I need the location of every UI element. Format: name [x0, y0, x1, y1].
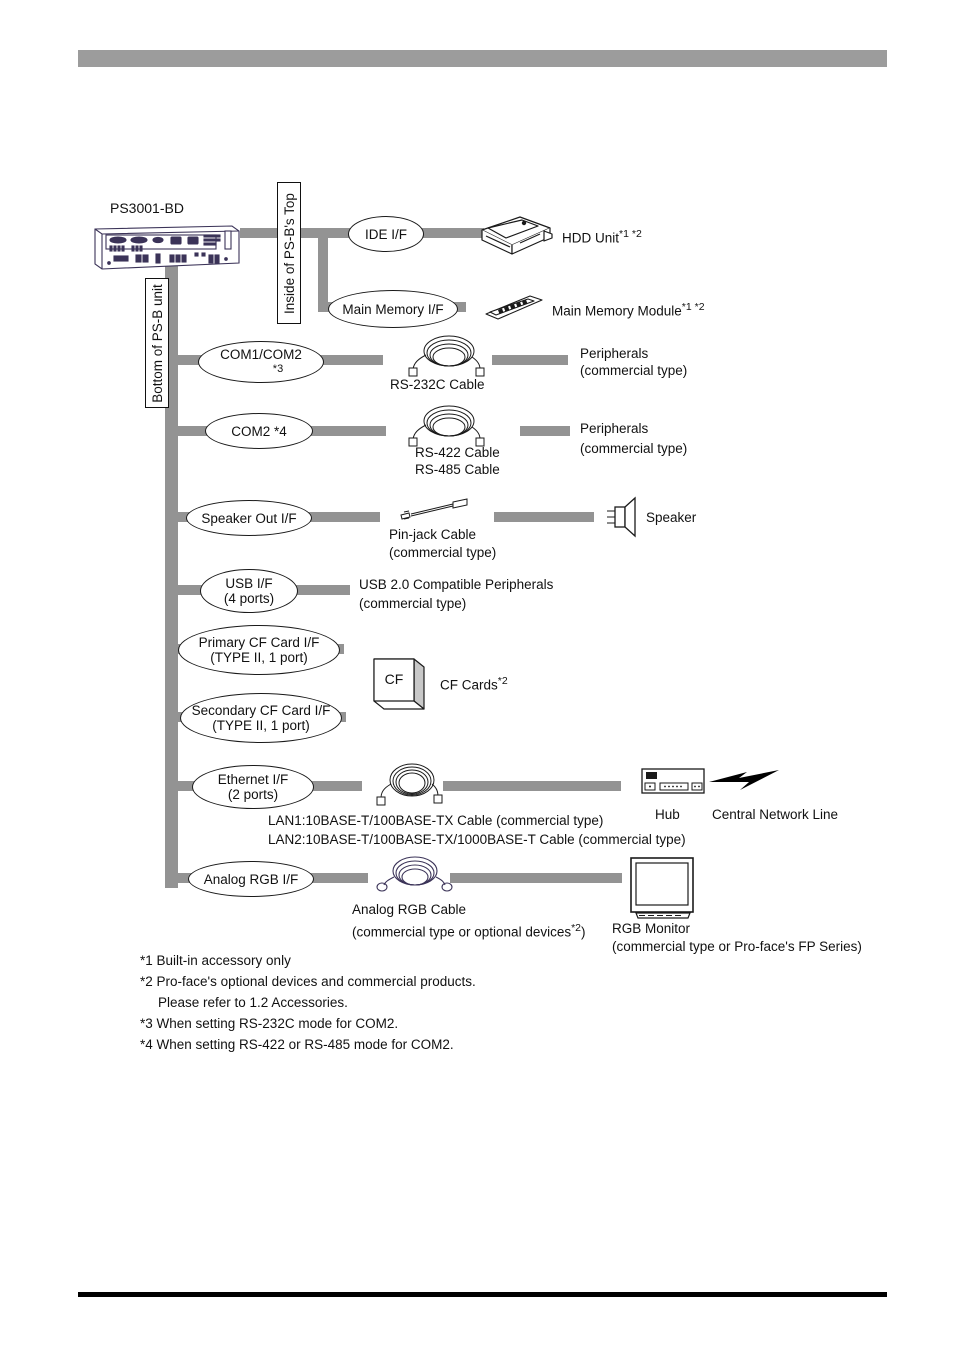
- label-bottom-of-ps-b-unit: Bottom of PS-B unit: [145, 278, 169, 408]
- ps3001-bd-device-illustration: [92, 223, 242, 273]
- lan-cable-icon: [370, 760, 450, 808]
- connector-rs232c-to-peripherals: [492, 355, 568, 365]
- hdd-unit-icon: [476, 214, 556, 262]
- node-com1-com2[interactable]: COM1/COM2 *3: [198, 341, 324, 383]
- node-com2[interactable]: COM2 *4: [205, 413, 313, 449]
- node-ethernet-if[interactable]: Ethernet I/F (2 ports): [192, 765, 314, 809]
- node-speaker-out-if[interactable]: Speaker Out I/F: [186, 500, 312, 536]
- node-ide-if[interactable]: IDE I/F: [348, 216, 424, 252]
- connector-rgb-cable-to-monitor: [450, 873, 622, 883]
- analog-rgb-cable-icon: [372, 853, 456, 897]
- footnote-4: *4 When setting RS-422 or RS-485 mode fo…: [140, 1037, 454, 1052]
- footnote-2-cont: Please refer to 1.2 Accessories.: [158, 995, 348, 1010]
- peripherals-1-line2: (commercial type): [580, 363, 688, 378]
- usb-peripherals-line2: (commercial type): [359, 596, 467, 611]
- connector-rs422-to-peripherals: [520, 426, 570, 436]
- cf-cards-label: CF Cards*2: [440, 675, 508, 693]
- footer-rule: [78, 1292, 887, 1297]
- rgb-monitor-line2: (commercial type or Pro-face's FP Series…: [612, 939, 862, 954]
- lan2-cable-label: LAN2:10BASE-T/100BASE-TX/1000BASE-T Cabl…: [268, 832, 686, 847]
- diagram-page: PS3001-BD Inside of PS-B's Top Bottom of…: [0, 0, 954, 1348]
- lan1-cable-label: LAN1:10BASE-T/100BASE-TX Cable (commerci…: [268, 813, 604, 828]
- node-main-memory-if[interactable]: Main Memory I/F: [328, 290, 458, 328]
- connector-lan-to-hub: [443, 781, 621, 791]
- speaker-label: Speaker: [646, 510, 697, 525]
- pinjack-cable-icon: [395, 498, 475, 522]
- rgb-monitor-line1: RGB Monitor: [612, 921, 691, 936]
- connector-trunk-to-com2: [170, 426, 210, 436]
- analog-rgb-cable-line2: (commercial type or optional devices*2): [352, 922, 586, 940]
- peripherals-2-line2: (commercial type): [580, 441, 688, 456]
- hub-label: Hub: [655, 807, 680, 822]
- hub-icon: [640, 767, 708, 799]
- main-memory-module-icon: [484, 292, 544, 324]
- connector-pinjack-to-speaker: [494, 512, 594, 522]
- node-primary-cf-card-if[interactable]: Primary CF Card I/F (TYPE II, 1 port): [178, 625, 340, 675]
- lightning-bolt-icon: [709, 768, 781, 800]
- footnote-2: *2 Pro-face's optional devices and comme…: [140, 974, 476, 989]
- header-bar: [78, 50, 887, 67]
- device-model-label: PS3001-BD: [110, 200, 184, 216]
- node-secondary-cf-card-if[interactable]: Secondary CF Card I/F (TYPE II, 1 port): [180, 693, 342, 743]
- rs232c-cable-icon: [400, 333, 494, 381]
- peripherals-1-line1: Peripherals: [580, 346, 649, 361]
- node-usb-if[interactable]: USB I/F (4 ports): [200, 569, 298, 613]
- rgb-monitor-icon: [628, 855, 698, 923]
- pinjack-cable-line2: (commercial type): [389, 545, 497, 560]
- hdd-unit-label: HDD Unit*1 *2: [562, 228, 642, 246]
- node-analog-rgb-if[interactable]: Analog RGB I/F: [188, 861, 314, 897]
- rs422-cable-label: RS-422 Cable: [415, 445, 500, 460]
- cf-card-icon: CF: [368, 655, 434, 715]
- footnotes-block: *1 Built-in accessory only *2 Pro-face's…: [140, 950, 476, 1055]
- svg-text:CF: CF: [385, 671, 404, 687]
- connector-top-vertical: [318, 228, 328, 312]
- usb-peripherals-line1: USB 2.0 Compatible Peripherals: [359, 577, 554, 592]
- pinjack-cable-line1: Pin-jack Cable: [389, 527, 477, 542]
- central-network-line-label: Central Network Line: [712, 807, 839, 822]
- rs485-cable-label: RS-485 Cable: [415, 462, 500, 477]
- footnote-3: *3 When setting RS-232C mode for COM2.: [140, 1016, 399, 1031]
- speaker-icon: [604, 496, 640, 538]
- rs232c-cable-label: RS-232C Cable: [390, 377, 485, 392]
- connector-trunk-to-usb: [170, 585, 202, 595]
- main-memory-module-label: Main Memory Module*1 *2: [552, 301, 705, 319]
- label-inside-of-ps-b-top: Inside of PS-B's Top: [277, 182, 301, 324]
- footnote-1: *1 Built-in accessory only: [140, 953, 291, 968]
- analog-rgb-cable-line1: Analog RGB Cable: [352, 902, 467, 917]
- peripherals-2-line1: Peripherals: [580, 421, 649, 436]
